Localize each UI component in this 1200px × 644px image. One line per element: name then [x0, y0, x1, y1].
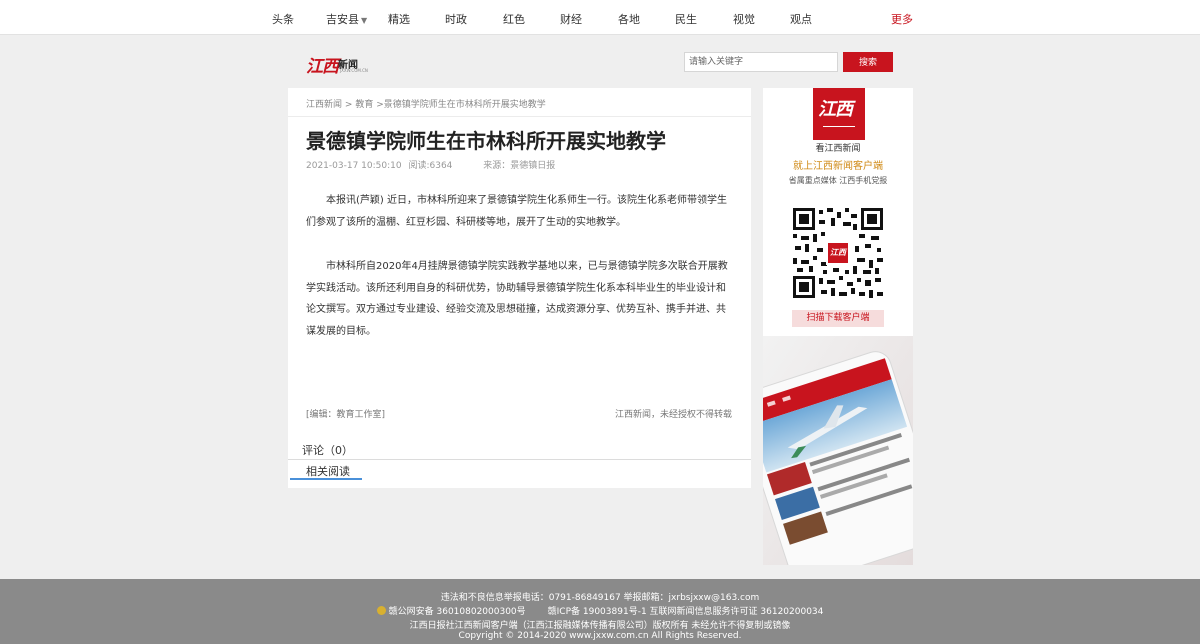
- article-paragraph: 市林科所自2020年4月挂牌景德镇学院实践教学基地以来，已与景德镇学院多次联合开…: [306, 261, 728, 337]
- editor-note: [编辑：教育工作室]: [306, 410, 386, 420]
- top-nav: 头条 吉安县 ▼ 精选 时政 红色 财经 各地 民生 视觉 观点 更多: [0, 0, 1200, 35]
- tab-related-reading[interactable]: 相关阅读: [306, 463, 350, 479]
- app-badge-logo: 江西: [813, 88, 865, 140]
- footer-owner-line: 江西日报社江西新闻客户端（江西江报融媒体传播有限公司）版权所有 未经允许不得复制…: [409, 621, 791, 631]
- article-paragraph: 本报讯(芦颖) 近日，市林科所迎来了景德镇学院生化系师生一行。该院生化系老师带领…: [306, 195, 727, 228]
- sidebar-caption-app: 就上江西新闻客户端: [793, 161, 883, 172]
- divider: [288, 459, 751, 460]
- nav-item-visual[interactable]: 视觉: [733, 11, 755, 27]
- publish-date: 2021-03-17 10:50:10: [306, 161, 402, 171]
- footer-report-line: 违法和不良信息举报电话：0791-86849167 举报邮箱：jxrbsjxxw…: [440, 593, 760, 603]
- footer-copyright: Copyright © 2014-2020 www.jxxw.com.cn Al…: [458, 631, 742, 641]
- breadcrumb-separator: >: [344, 100, 353, 110]
- caret-down-icon: ▼: [361, 16, 368, 25]
- nav-item-local[interactable]: 各地: [618, 11, 640, 27]
- breadcrumb-category[interactable]: 教育: [355, 100, 373, 110]
- footer-police-record[interactable]: 赣公网安备 36010802000300号: [389, 607, 526, 617]
- search-button[interactable]: 搜索: [843, 52, 893, 72]
- qr-center-logo: 江西: [826, 241, 850, 265]
- article-source: 来源：景德镇日报: [483, 161, 556, 171]
- nav-item-opinion[interactable]: 观点: [790, 11, 812, 27]
- divider: [288, 116, 751, 117]
- footer-license-line: 赣公网安备 36010802000300号 赣ICP备 19003891号-1 互…: [0, 604, 1200, 617]
- sidebar-caption-title: 看江西新闻: [815, 144, 861, 154]
- site-logo[interactable]: 江西 新闻 JXXW.COM.CN: [306, 52, 368, 77]
- tab-active-indicator: [290, 478, 362, 480]
- copyright-note: 江西新闻，未经授权不得转载: [614, 410, 732, 420]
- tab-comments[interactable]: 评论（0）: [302, 442, 353, 458]
- nav-item-county-dropdown[interactable]: 吉安县 ▼: [326, 11, 367, 27]
- page-title: 景德镇学院师生在市林科所开展实地教学: [306, 129, 666, 153]
- breadcrumb-home[interactable]: 江西新闻: [306, 100, 342, 110]
- download-app-button[interactable]: 扫描下载客户端: [792, 310, 884, 327]
- nav-item-headlines[interactable]: 头条: [272, 11, 294, 27]
- search-input[interactable]: [684, 52, 838, 72]
- footer-icp-record[interactable]: 赣ICP备 19003891号-1 互联网新闻信息服务许可证 361202000…: [548, 607, 824, 617]
- nav-item-featured[interactable]: 精选: [388, 11, 410, 27]
- logo-script: 江西: [306, 57, 339, 77]
- read-count: 阅读:6364: [408, 161, 453, 171]
- breadcrumb-current: 景德镇学院师生在市林科所开展实地教学: [383, 100, 546, 110]
- qr-center-text: 江西: [828, 243, 848, 263]
- nav-item-more[interactable]: 更多: [891, 11, 913, 27]
- nav-item-finance[interactable]: 财经: [560, 11, 582, 27]
- police-emblem-icon: [376, 606, 386, 615]
- sidebar-caption-desc: 省属重点媒体 江西手机党报: [788, 176, 888, 185]
- badge-text: 江西: [818, 99, 853, 120]
- nav-item-livelihood[interactable]: 民生: [675, 11, 697, 27]
- badge-underline: [823, 126, 855, 131]
- breadcrumb-separator: >: [376, 100, 384, 110]
- page-footer: 违法和不良信息举报电话：0791-86849167 举报邮箱：jxrbsjxxw…: [0, 579, 1200, 644]
- nav-item-red[interactable]: 红色: [503, 11, 525, 27]
- nav-item-county-label: 吉安县: [326, 13, 359, 26]
- sidebar-app-promo: 江西 看江西新闻 就上江西新闻客户端 省属重点媒体 江西手机党报 江西 扫描下载…: [763, 88, 913, 565]
- app-promo-image[interactable]: [763, 336, 913, 565]
- article-card: 江西新闻 > 教育 >景德镇学院师生在市林科所开展实地教学 景德镇学院师生在市林…: [288, 88, 751, 488]
- nav-item-politics[interactable]: 时政: [445, 11, 467, 27]
- logo-sub: JXXW.COM.CN: [340, 68, 368, 73]
- article-meta: 2021-03-17 10:50:10 阅读:6364 来源：景德镇日报: [306, 158, 559, 171]
- qr-code-icon: 江西: [793, 208, 883, 298]
- breadcrumb: 江西新闻 > 教育 >景德镇学院师生在市林科所开展实地教学: [306, 97, 546, 110]
